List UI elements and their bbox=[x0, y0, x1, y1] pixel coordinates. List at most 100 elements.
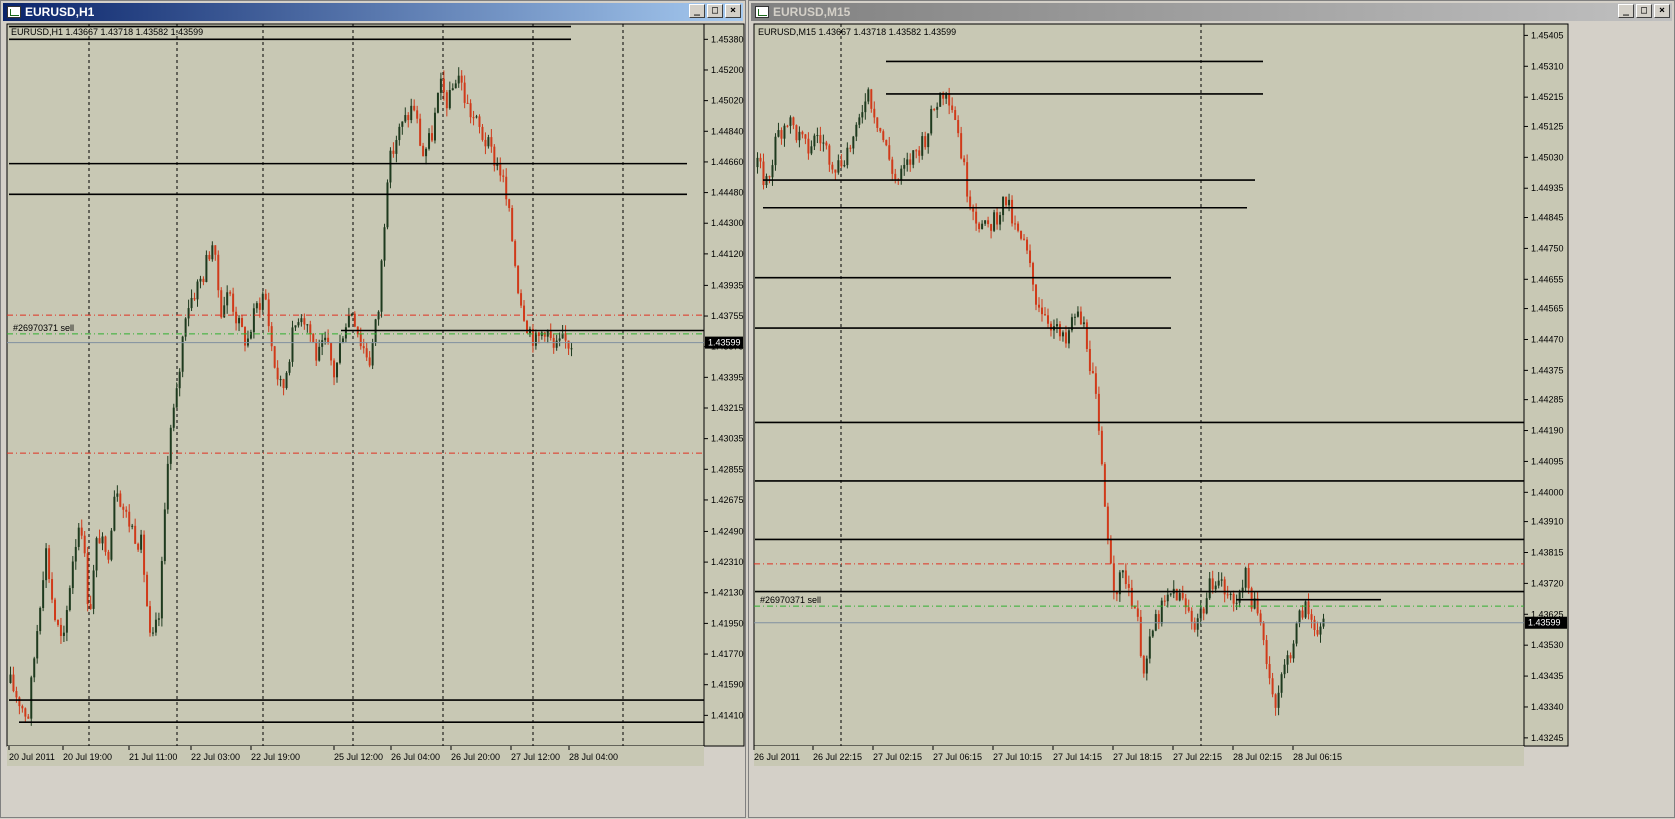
candle-body bbox=[407, 115, 410, 121]
candle-body bbox=[514, 241, 517, 266]
candle-body bbox=[861, 112, 864, 118]
candle-body bbox=[1304, 601, 1307, 618]
candle-body bbox=[1035, 284, 1038, 305]
candle-body bbox=[347, 315, 350, 328]
candle-body bbox=[951, 105, 954, 111]
candle-body bbox=[1097, 393, 1100, 431]
candle-body bbox=[825, 142, 828, 146]
candle-body bbox=[912, 150, 915, 165]
candle-body bbox=[1178, 593, 1181, 601]
candle-body bbox=[238, 318, 241, 324]
candle-body bbox=[258, 303, 261, 310]
candle-body bbox=[267, 299, 270, 327]
y-tick-label: 1.45030 bbox=[1531, 152, 1564, 162]
y-tick-label: 1.44300 bbox=[711, 218, 744, 228]
candle-body bbox=[1199, 608, 1202, 619]
y-tick-label: 1.44935 bbox=[1531, 183, 1564, 193]
candle-body bbox=[211, 245, 214, 260]
chart-window-m15[interactable]: EURUSD,M15 _ □ × 1.45405 1.45310 1.45215 1.… bbox=[748, 0, 1675, 818]
candle-body bbox=[460, 75, 463, 83]
candle-body bbox=[969, 196, 972, 207]
x-tick-label: 20 Jul 19:00 bbox=[63, 752, 112, 762]
candle-body bbox=[220, 290, 223, 318]
candle-body bbox=[1262, 623, 1265, 641]
candle-body bbox=[433, 112, 436, 141]
candle-body bbox=[762, 161, 765, 186]
candle-body bbox=[187, 308, 190, 319]
y-tick-label: 1.42490 bbox=[711, 526, 744, 536]
candle-body bbox=[27, 716, 30, 719]
order-label: #26970371 sell bbox=[13, 323, 74, 333]
candle-body bbox=[344, 327, 347, 339]
y-tick-label: 1.41770 bbox=[711, 649, 744, 659]
candle-body bbox=[252, 308, 255, 333]
candle-body bbox=[321, 340, 324, 347]
candle-body bbox=[933, 108, 936, 110]
y-tick-label: 1.44840 bbox=[711, 126, 744, 136]
candle-body bbox=[1211, 578, 1214, 590]
candle-body bbox=[101, 536, 104, 544]
candle-body bbox=[324, 337, 327, 341]
candle-body bbox=[549, 330, 552, 338]
candle-body bbox=[1235, 602, 1238, 604]
candle-body bbox=[831, 164, 834, 170]
candle-body bbox=[327, 337, 330, 343]
candle-body bbox=[154, 619, 157, 633]
candle-body bbox=[481, 126, 484, 140]
candle-body bbox=[843, 165, 846, 167]
candle-body bbox=[1181, 593, 1184, 599]
candle-body bbox=[306, 324, 309, 326]
y-tick-label: 1.44285 bbox=[1531, 395, 1564, 405]
candle-body bbox=[954, 110, 957, 121]
candle-body bbox=[113, 496, 116, 531]
candle-body bbox=[146, 574, 149, 607]
candle-body bbox=[759, 157, 762, 162]
candle-body bbox=[77, 527, 80, 547]
candle-body bbox=[1011, 199, 1014, 224]
candle-body bbox=[1226, 594, 1229, 596]
y-tick-label: 1.44565 bbox=[1531, 304, 1564, 314]
y-tick-label: 1.45310 bbox=[1531, 61, 1564, 71]
candle-body bbox=[1014, 223, 1017, 225]
candle-body bbox=[246, 338, 249, 346]
candle-body bbox=[1038, 304, 1041, 308]
candle-body bbox=[948, 93, 951, 106]
candle-body bbox=[1043, 314, 1046, 316]
candle-body bbox=[1040, 307, 1043, 315]
candle-body bbox=[1169, 593, 1172, 595]
candle-body bbox=[1229, 593, 1232, 595]
y-tick-label: 1.43815 bbox=[1531, 547, 1564, 557]
y-tick-label: 1.42130 bbox=[711, 588, 744, 598]
candle-body bbox=[939, 92, 942, 107]
candle-body bbox=[567, 340, 570, 349]
candle-body bbox=[993, 212, 996, 231]
candle-body bbox=[499, 164, 502, 176]
candle-body bbox=[1124, 570, 1127, 585]
candle-body bbox=[1310, 614, 1313, 620]
x-tick-label: 25 Jul 12:00 bbox=[334, 752, 383, 762]
price-chart-h1[interactable]: 1.45380 1.45200 1.45020 1.44840 1.44660 1.444… bbox=[1, 1, 747, 819]
candle-body bbox=[792, 117, 795, 126]
price-chart-m15[interactable]: 1.45405 1.45310 1.45215 1.45125 1.45030 1.449… bbox=[749, 1, 1675, 819]
y-tick-label: 1.44375 bbox=[1531, 365, 1564, 375]
y-tick-label: 1.45380 bbox=[711, 34, 744, 44]
candle-body bbox=[771, 165, 774, 178]
candle-body bbox=[451, 88, 454, 91]
candle-body bbox=[888, 145, 891, 160]
candle-body bbox=[368, 357, 371, 366]
y-tick-label: 1.43215 bbox=[711, 403, 744, 413]
candle-body bbox=[1127, 584, 1130, 588]
candle-body bbox=[163, 509, 166, 562]
x-tick-label: 22 Jul 03:00 bbox=[191, 752, 240, 762]
candle-body bbox=[1232, 593, 1235, 604]
candle-body bbox=[531, 328, 534, 346]
candle-body bbox=[469, 103, 472, 118]
candle-body bbox=[128, 511, 131, 527]
candle-body bbox=[816, 135, 819, 137]
chart-window-h1[interactable]: EURUSD,H1 _ □ × 1.45380 1.45200 1.45020 1.4… bbox=[0, 0, 746, 818]
candle-body bbox=[463, 82, 466, 103]
candle-body bbox=[149, 606, 151, 633]
current-price-label: 1.43599 bbox=[1528, 618, 1561, 628]
candle-body bbox=[392, 150, 395, 154]
candle-body bbox=[546, 330, 549, 337]
